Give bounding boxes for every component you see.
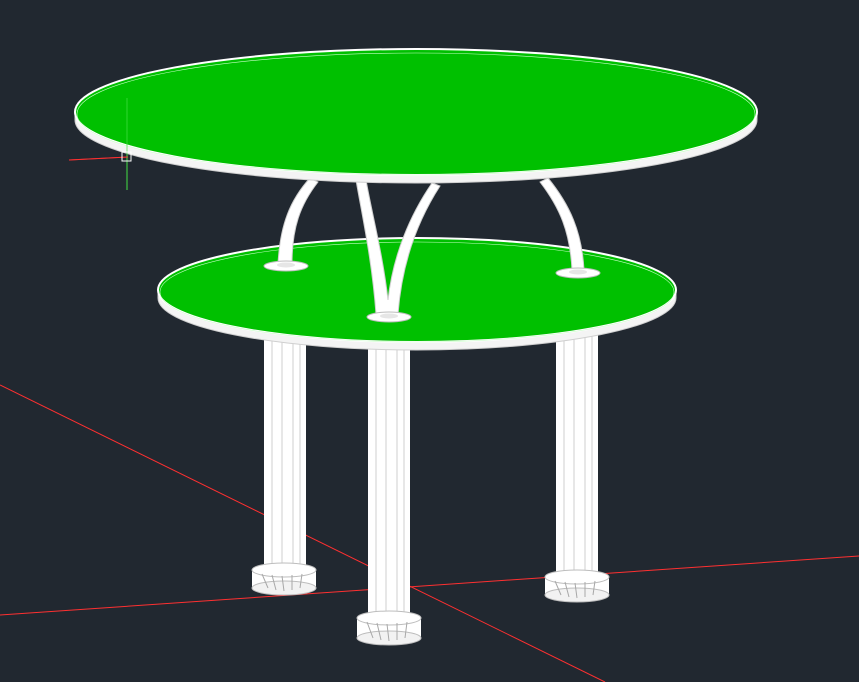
foot-front xyxy=(356,610,422,646)
y-axis-line xyxy=(0,555,859,616)
model-space-canvas[interactable] xyxy=(0,0,859,682)
lower-shelf xyxy=(157,237,677,351)
foot-left xyxy=(251,562,317,596)
drawing-viewport[interactable] xyxy=(0,0,859,682)
world-axes xyxy=(0,384,859,682)
leg-front xyxy=(368,335,410,617)
leg-right xyxy=(556,320,598,578)
table-top xyxy=(74,48,758,184)
foot-right xyxy=(544,569,610,603)
leg-left xyxy=(262,330,308,577)
